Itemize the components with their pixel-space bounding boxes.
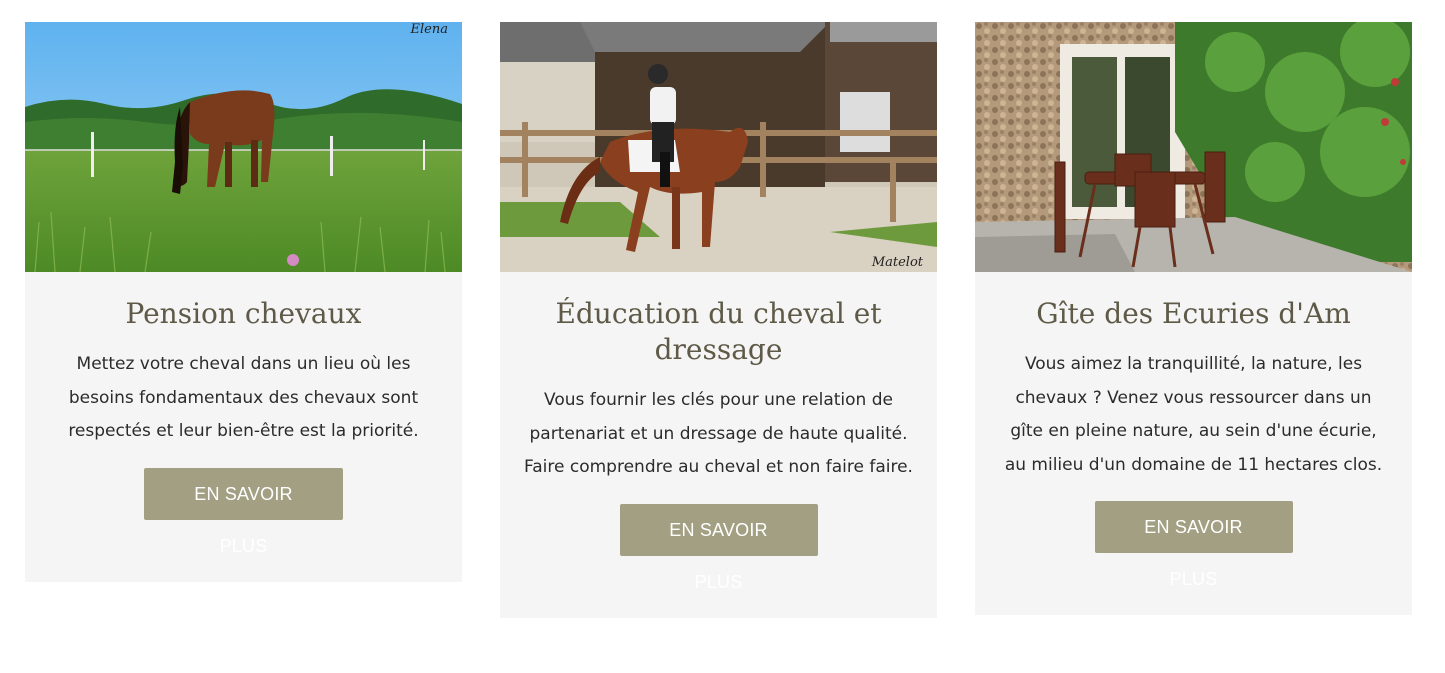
- card-description: Vous aimez la tranquillité, la nature, l…: [1004, 354, 1383, 475]
- card-pension: Elena Pension chevaux Mettez votre cheva…: [25, 22, 462, 582]
- card-gite: Gîte des Ecuries d'Am Vous aimez la tran…: [975, 22, 1412, 615]
- en-savoir-plus-button[interactable]: EN SAVOIR PLUS: [1094, 501, 1293, 589]
- photo-gite-terrace: [975, 22, 1412, 272]
- card-title: Pension chevaux: [125, 297, 362, 330]
- en-savoir-plus-button[interactable]: EN SAVOIR PLUS: [144, 467, 343, 556]
- photo-signature: Matelot: [871, 255, 923, 270]
- services-cards: Elena Pension chevaux Mettez votre cheva…: [0, 0, 1445, 673]
- photo-horse-grazing: Elena: [25, 22, 462, 272]
- photo-rider-dressage: Matelot: [500, 22, 937, 272]
- card-description: Mettez votre cheval dans un lieu où les …: [68, 354, 419, 441]
- card-title: Éducation du cheval et dressage: [555, 297, 882, 366]
- en-savoir-plus-button[interactable]: EN SAVOIR PLUS: [619, 503, 818, 592]
- card-title: Gîte des Ecuries d'Am: [1036, 297, 1351, 330]
- photo-signature: Elena: [410, 22, 448, 37]
- card-description: Vous fournir les clés pour une relation …: [524, 390, 913, 477]
- card-education: Matelot Éducation du cheval et dressage …: [500, 22, 937, 618]
